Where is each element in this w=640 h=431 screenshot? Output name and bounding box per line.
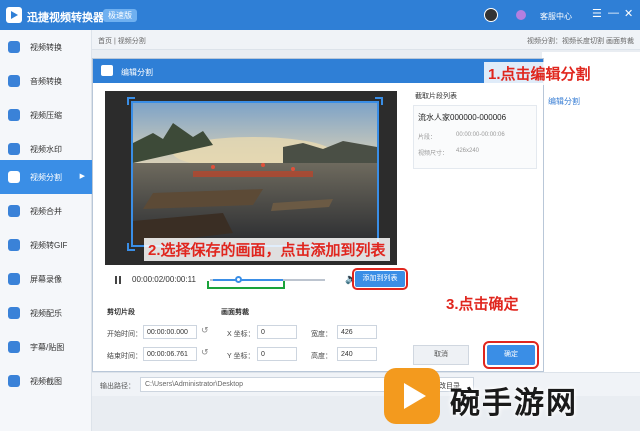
sidebar-item-video-music[interactable]: 视频配乐 <box>0 296 92 330</box>
clip-size-label: 视频尺寸： <box>418 151 449 157</box>
sidebar-item-label: 视频分割 <box>30 172 62 182</box>
right-panel: 编辑分割 <box>542 52 640 372</box>
music-icon <box>8 307 20 319</box>
sidebar-item-label: 视频截图 <box>30 376 62 386</box>
sidebar-item-label: 字幕/贴图 <box>30 342 65 352</box>
video-merge-icon <box>8 205 20 217</box>
callout-step-1: 1.点击编辑分割 <box>484 62 595 85</box>
watermark-icon <box>8 143 20 155</box>
subtitle-icon <box>8 341 20 353</box>
clip-size-value: 426x240 <box>456 148 480 154</box>
output-path-label: 输出路径： <box>100 383 135 390</box>
app-title: 迅捷视频转换器 <box>27 12 104 24</box>
menu-icon[interactable]: ☰ <box>592 7 602 20</box>
audio-convert-icon <box>8 75 20 87</box>
video-convert-icon <box>8 41 20 53</box>
watermark-logo-icon <box>384 368 440 424</box>
sidebar-item-label: 视频配乐 <box>30 308 62 318</box>
crop-handle-top-left[interactable] <box>127 97 135 105</box>
start-time-label: 开始时间： <box>107 331 142 338</box>
sidebar-item-label: 音频转换 <box>30 76 62 86</box>
minimize-icon[interactable]: — <box>608 7 619 19</box>
add-to-list-button[interactable]: 添加到列表 <box>352 268 408 290</box>
sidebar-item-video-screenshot[interactable]: 视频截图 <box>0 364 92 398</box>
sidebar-item-label: 视频转GIF <box>30 240 68 250</box>
breadcrumb-path[interactable]: 首页 | 视频分割 <box>98 36 146 46</box>
dialog-title: 编辑分割 <box>121 68 153 77</box>
start-time-field[interactable]: 00:00:00.000 <box>143 325 197 339</box>
video-frame-image <box>133 103 377 245</box>
y-coord-label: Y 坐标： <box>227 353 255 360</box>
chevron-right-icon: ▶ <box>79 173 85 180</box>
sidebar-item-screen-record[interactable]: 屏幕录像 <box>0 262 92 296</box>
video-compress-icon <box>8 109 20 121</box>
crop-handle-top-right[interactable] <box>375 97 383 105</box>
breadcrumb-description: 视频分割：视频长度切割 画面剪裁 <box>527 38 634 45</box>
sidebar-item-video-merge[interactable]: 视频合并 <box>0 194 92 228</box>
clip-segment-value: 00:00:00-00:00:06 <box>456 132 505 138</box>
end-time-field[interactable]: 00:00:06.761 <box>143 347 197 361</box>
sidebar-item-label: 视频转换 <box>30 42 62 52</box>
segment-highlight <box>207 281 285 289</box>
watermark-text: 碗手游网 <box>450 386 578 421</box>
trim-section-title: 剪切片段 <box>107 309 135 316</box>
app-logo-icon <box>6 7 22 23</box>
width-field[interactable]: 426 <box>337 325 377 339</box>
close-icon[interactable]: ✕ <box>624 7 633 20</box>
title-bar: 迅捷视频转换器 极速版 客服中心 ☰ — ✕ <box>0 0 640 30</box>
sidebar-item-video-convert[interactable]: 视频转换 <box>0 30 92 64</box>
sidebar-item-label: 视频压缩 <box>30 110 62 120</box>
edition-badge: 极速版 <box>103 9 137 22</box>
breadcrumb: 首页 | 视频分割 视频分割：视频长度切割 画面剪裁 <box>92 30 640 50</box>
clip-list-title: 截取片段列表 <box>415 93 457 100</box>
sidebar-item-video-split[interactable]: 视频分割 ▶ <box>0 160 92 194</box>
screenshot-icon <box>8 375 20 387</box>
scissors-icon <box>101 65 113 76</box>
height-field[interactable]: 240 <box>337 347 377 361</box>
sidebar-item-label: 视频水印 <box>30 144 62 154</box>
edit-split-dialog: 编辑分割 00:00:02/00:00:11 🔈 添加到列表 剪切片段 开始时间… <box>92 58 544 372</box>
reset-end-icon[interactable]: ↺ <box>201 347 209 358</box>
gif-icon <box>8 239 20 251</box>
height-label: 高度： <box>311 353 332 360</box>
cancel-button[interactable]: 取消 <box>413 345 469 365</box>
callout-step-2: 2.选择保存的画面，点击添加到列表 <box>144 238 390 261</box>
output-path-field[interactable]: C:\Users\Administrator\Desktop <box>140 377 418 392</box>
clip-name: 流水人家000000-000006 <box>418 113 507 122</box>
sidebar-item-video-gif[interactable]: 视频转GIF <box>0 228 92 262</box>
width-label: 宽度： <box>311 331 332 338</box>
time-display: 00:00:02/00:00:11 <box>132 275 196 284</box>
dialog-header: 编辑分割 <box>93 59 543 83</box>
screen-record-icon <box>8 273 20 285</box>
vip-icon[interactable] <box>516 10 526 20</box>
end-time-label: 结束时间： <box>107 353 142 360</box>
sidebar-item-label: 屏幕录像 <box>30 274 62 284</box>
avatar[interactable] <box>484 8 498 22</box>
crop-handle-bottom-left[interactable] <box>127 243 135 251</box>
sidebar-item-video-compress[interactable]: 视频压缩 <box>0 98 92 132</box>
y-coord-field[interactable]: 0 <box>257 347 297 361</box>
player-bar: 00:00:02/00:00:11 🔈 <box>105 267 397 293</box>
video-split-icon <box>8 171 20 183</box>
sidebar-item-label: 视频合并 <box>30 206 62 216</box>
service-center-link[interactable]: 客服中心 <box>540 11 572 22</box>
x-coord-field[interactable]: 0 <box>257 325 297 339</box>
site-watermark: 碗手游网 <box>384 366 636 428</box>
callout-step-3: 3.点击确定 <box>442 292 523 315</box>
crop-frame[interactable] <box>131 101 379 247</box>
reset-start-icon[interactable]: ↺ <box>201 325 209 336</box>
confirm-button[interactable]: 确定 <box>483 341 539 369</box>
sidebar-item-audio-convert[interactable]: 音频转换 <box>0 64 92 98</box>
list-item[interactable]: 流水人家000000-000006 片段： 00:00:00-00:00:06 … <box>413 105 537 169</box>
pause-icon[interactable] <box>115 276 121 284</box>
crop-section-title: 画面剪裁 <box>221 309 249 316</box>
sidebar-item-subtitle[interactable]: 字幕/贴图 <box>0 330 92 364</box>
edit-split-link[interactable]: 编辑分割 <box>548 96 580 107</box>
clip-segment-label: 片段： <box>418 135 437 141</box>
sidebar: 视频转换 音频转换 视频压缩 视频水印 视频分割 ▶ 视频合并 视频转GIF 屏幕… <box>0 30 92 431</box>
x-coord-label: X 坐标： <box>227 331 255 338</box>
